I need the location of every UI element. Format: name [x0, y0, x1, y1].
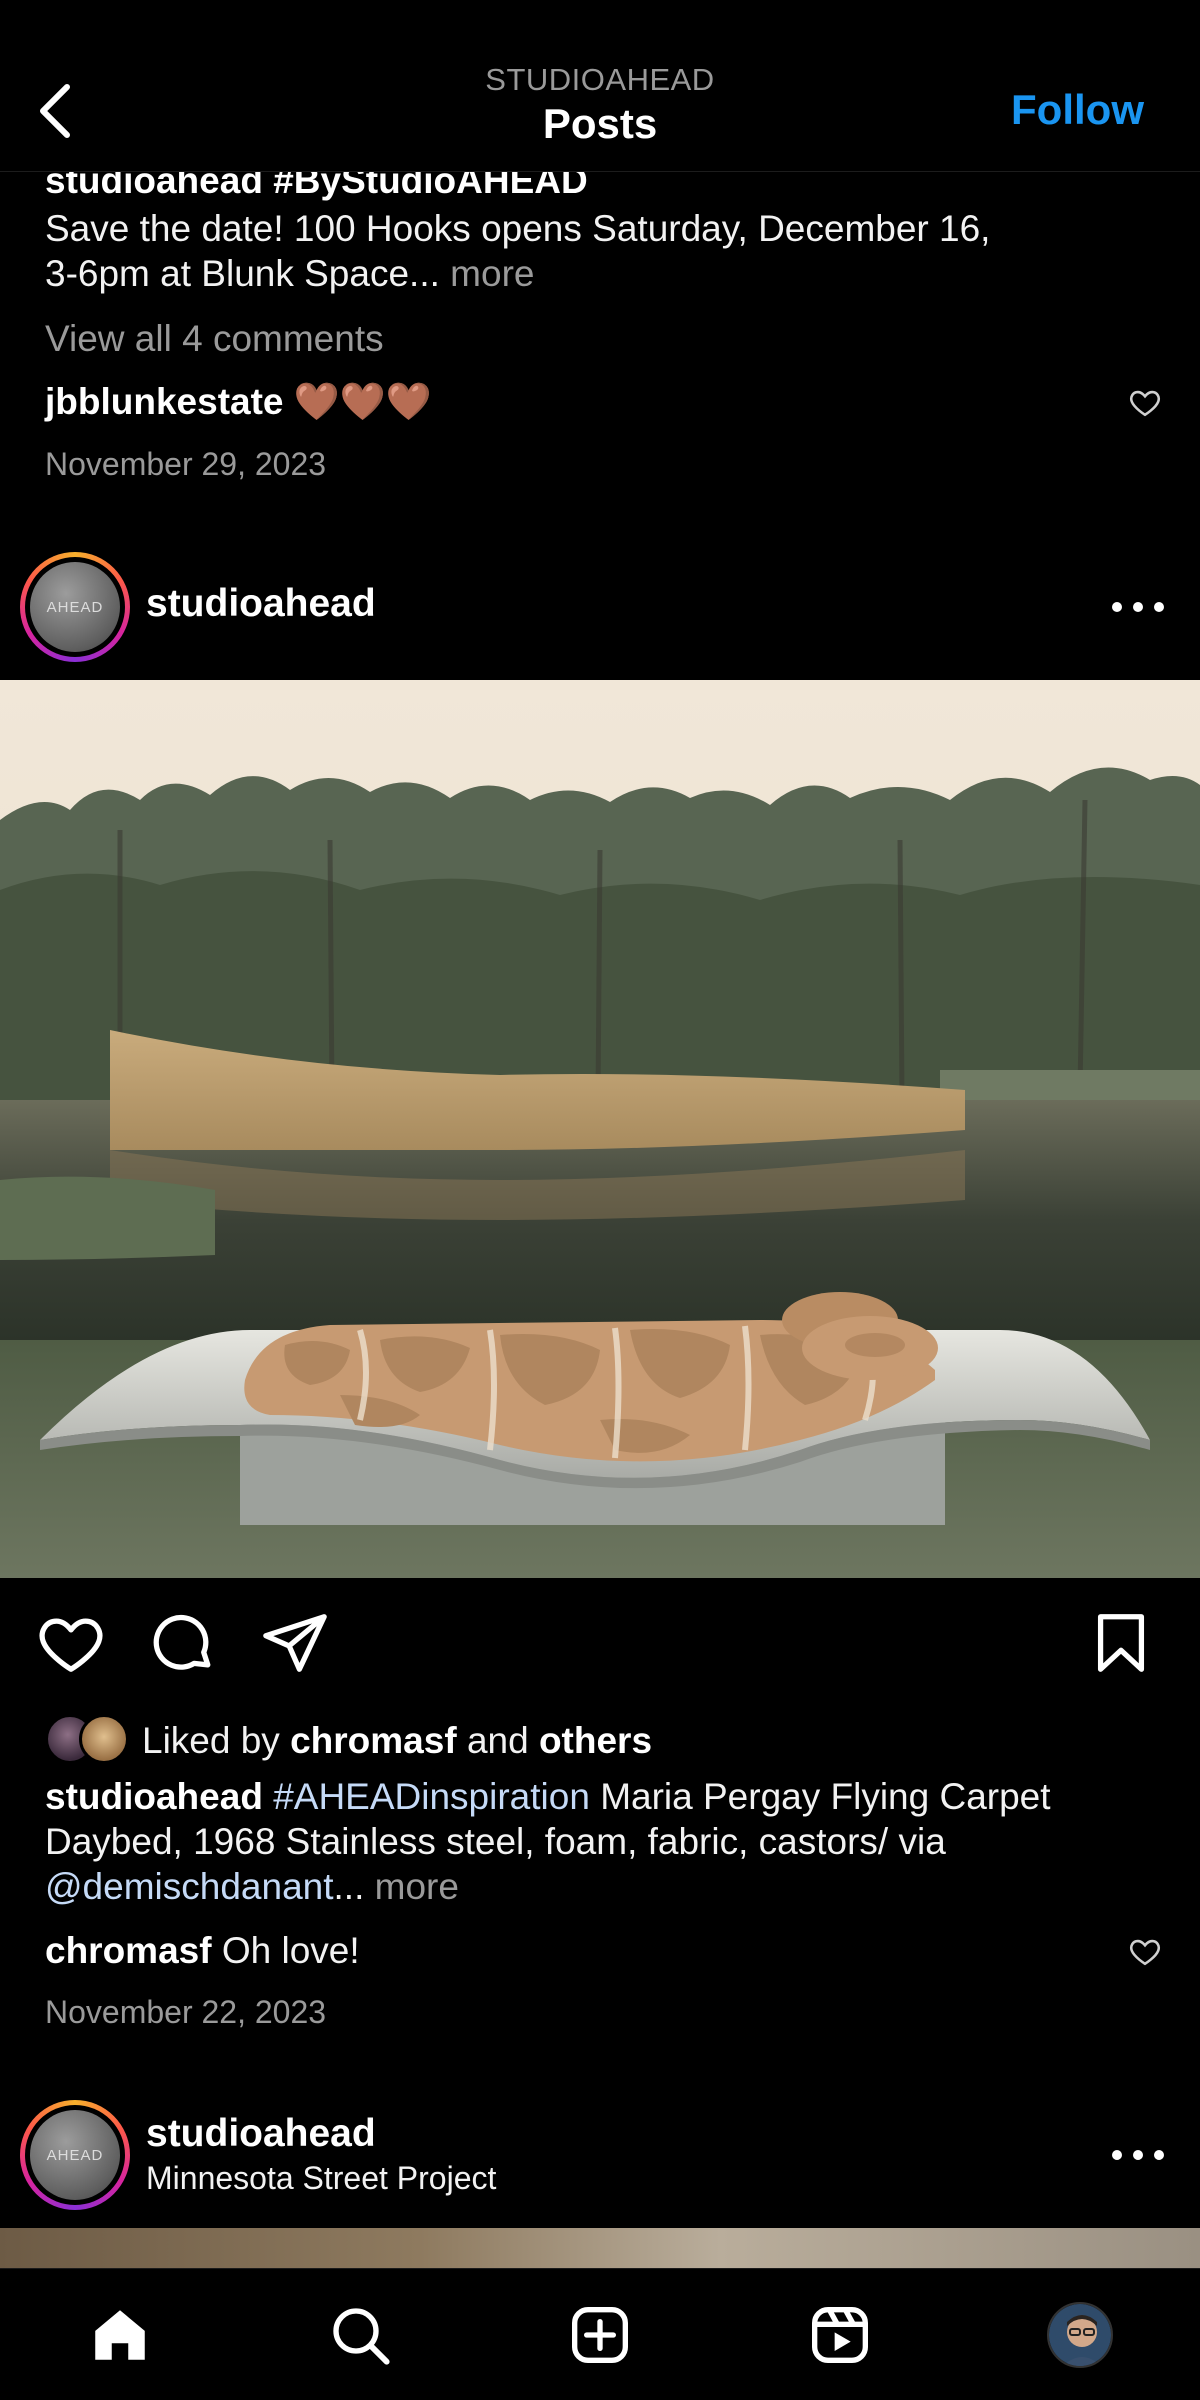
top-app-bar: STUDIOAHEAD Posts Follow	[0, 0, 1200, 172]
caption-username[interactable]: studioahead	[45, 1776, 263, 1817]
next-post-avatar[interactable]: AHEAD	[20, 2100, 130, 2210]
caption-line-3: @demischdanant... more	[45, 1864, 459, 1909]
prev-caption-line-2: 3-6pm at Blunk Space... more	[45, 251, 534, 296]
tab-create[interactable]	[560, 2295, 640, 2375]
home-icon	[95, 2310, 145, 2360]
prev-comment-user[interactable]: jbblunkestate	[45, 381, 284, 422]
caption-line-1: studioahead #AHEADinspiration Maria Perg…	[45, 1774, 1051, 1819]
post-photo[interactable]	[0, 680, 1200, 1578]
prev-more-link[interactable]: more	[450, 253, 534, 294]
daybed-by-lake-image	[0, 680, 1200, 1578]
liker-avatars[interactable]	[45, 1714, 135, 1766]
next-post-username[interactable]: studioahead	[146, 2112, 376, 2156]
avatar-logo-text: AHEAD	[30, 562, 120, 652]
comment-text: Oh love!	[221, 1930, 360, 1971]
follow-button[interactable]: Follow	[1011, 86, 1144, 134]
avatar-logo-text: AHEAD	[30, 2110, 120, 2200]
comment-like-heart-icon[interactable]	[1128, 1934, 1162, 1968]
post-header: AHEAD studioahead	[0, 552, 1200, 664]
post-username[interactable]: studioahead	[146, 582, 376, 626]
comment-like-heart-icon[interactable]	[1128, 385, 1162, 419]
next-post-header: AHEAD studioahead Minnesota Street Proje…	[0, 2100, 1200, 2212]
tab-reels[interactable]	[800, 2295, 880, 2375]
post-date: November 22, 2023	[45, 1994, 327, 2030]
post-avatar[interactable]: AHEAD	[20, 552, 130, 662]
paper-plane-icon[interactable]	[260, 1608, 330, 1678]
bookmark-icon[interactable]	[1086, 1608, 1156, 1678]
comment-bubble-icon[interactable]	[148, 1608, 218, 1678]
liked-by-prefix: Liked by	[142, 1720, 280, 1761]
prev-caption-line-1: Save the date! 100 Hooks opens Saturday,…	[45, 208, 991, 249]
prev-post-date: November 29, 2023	[45, 446, 327, 482]
caption-text-1: Maria Pergay Flying Carpet	[600, 1776, 1051, 1817]
tab-profile[interactable]	[1040, 2295, 1120, 2375]
next-post-photo[interactable]	[0, 2228, 1200, 2268]
tab-home[interactable]	[80, 2295, 160, 2375]
more-dots-icon[interactable]	[1112, 597, 1164, 617]
prev-comment: jbblunkestate 🤎🤎🤎	[45, 379, 432, 424]
tab-search[interactable]	[320, 2295, 400, 2375]
caption-mention[interactable]: @demischdanant	[45, 1866, 334, 1907]
search-icon	[333, 2308, 390, 2365]
liked-by-line[interactable]: Liked by chromasf and others	[142, 1718, 652, 1763]
reels-icon	[812, 2307, 868, 2363]
more-dots-icon[interactable]	[1112, 2145, 1164, 2165]
comment-user[interactable]: chromasf	[45, 1930, 212, 1971]
caption-ellipsis: ...	[333, 1866, 365, 1907]
profile-avatar	[1047, 2302, 1113, 2368]
prev-caption-line-2-text: 3-6pm at Blunk Space...	[45, 253, 440, 294]
view-all-comments-link[interactable]: View all 4 comments	[45, 316, 384, 361]
caption-hashtag[interactable]: #AHEADinspiration	[273, 1776, 590, 1817]
prev-comment-text: 🤎🤎🤎	[293, 380, 432, 423]
post-actions-bar	[0, 1608, 1200, 1684]
liker-avatar	[79, 1714, 129, 1764]
post-comment: chromasf Oh love!	[45, 1928, 360, 1973]
next-post-location[interactable]: Minnesota Street Project	[146, 2160, 496, 2197]
liked-by-and: and	[466, 1720, 529, 1761]
liked-by-others[interactable]: others	[539, 1720, 652, 1761]
bottom-tab-bar	[0, 2268, 1200, 2400]
heart-icon[interactable]	[36, 1608, 106, 1678]
plus-square-icon	[572, 2307, 628, 2363]
liked-by-user[interactable]: chromasf	[290, 1720, 457, 1761]
caption-line-2: Daybed, 1968 Stainless steel, foam, fabr…	[45, 1821, 946, 1862]
caption-more-link[interactable]: more	[375, 1866, 459, 1907]
